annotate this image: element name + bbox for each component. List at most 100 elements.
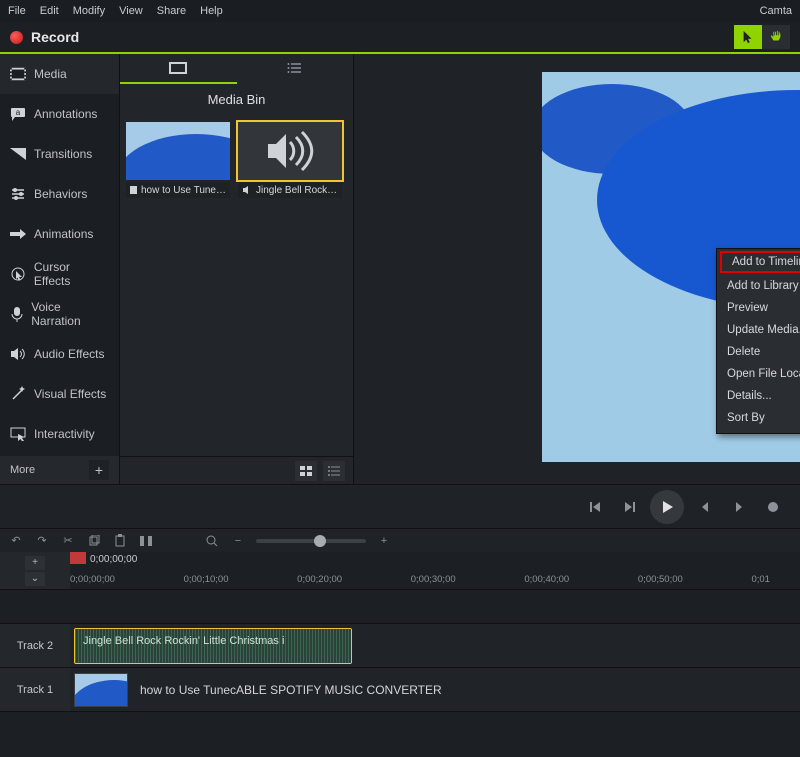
zoom-out-button[interactable]: − <box>230 533 246 549</box>
sidebar-item-behaviors[interactable]: Behaviors <box>0 174 119 214</box>
redo-button[interactable]: ↷ <box>34 533 50 549</box>
menu-file[interactable]: File <box>8 5 26 17</box>
sidebar-item-visual-effects[interactable]: Visual Effects <box>0 374 119 414</box>
split-icon <box>140 534 152 548</box>
sidebar-item-cursor-effects[interactable]: Cursor Effects <box>0 254 119 294</box>
cursor-tool-button[interactable] <box>734 25 762 49</box>
speaker-large-icon <box>264 130 316 172</box>
sidebar-more[interactable]: More + <box>0 456 119 484</box>
track-header-2[interactable]: Track 2 <box>0 624 70 667</box>
cursor-arrow-icon <box>741 30 755 44</box>
ctx-preview[interactable]: Preview <box>717 297 800 319</box>
track-header-1[interactable]: Track 1 <box>0 668 70 711</box>
media-bin-title: Media Bin <box>120 84 353 114</box>
sidebar-item-annotations[interactable]: a Annotations <box>0 94 119 134</box>
sidebar-item-label: Cursor Effects <box>34 260 109 288</box>
sidebar-item-label: Transitions <box>34 147 92 161</box>
sidebar-item-animations[interactable]: Animations <box>0 214 119 254</box>
sidebar-item-voice-narration[interactable]: Voice Narration <box>0 294 119 334</box>
ctx-details[interactable]: Details... <box>717 385 800 407</box>
media-bin-panel: Media Bin how to Use Tune… <box>120 54 354 484</box>
sidebar-item-transitions[interactable]: Transitions <box>0 134 119 174</box>
audio-icon <box>242 186 252 194</box>
step-back-button[interactable] <box>616 494 642 520</box>
menu-modify[interactable]: Modify <box>73 5 105 17</box>
step-forward-button[interactable] <box>692 494 718 520</box>
playback-bar <box>0 484 800 528</box>
ruler-tick: 0;00;10;00 <box>184 574 229 585</box>
undo-button[interactable]: ↶ <box>8 533 24 549</box>
record-dot-icon <box>10 31 23 44</box>
menu-bar: File Edit Modify View Share Help Camta <box>0 0 800 22</box>
timeline: + ⌄ 0;00;00;00 0;00;00;00 0;00;10;00 0;0… <box>0 552 800 757</box>
split-button[interactable] <box>138 533 154 549</box>
ruler-tick: 0;01 <box>751 574 770 585</box>
hand-icon <box>769 30 783 44</box>
ruler-tick: 0;00;50;00 <box>638 574 683 585</box>
cut-button[interactable]: ✂ <box>60 533 76 549</box>
sidebar-item-audio-effects[interactable]: Audio Effects <box>0 334 119 374</box>
sidebar-item-label: Voice Narration <box>31 300 109 328</box>
media-caption: Jingle Bell Rock… <box>256 185 337 196</box>
add-track-button[interactable]: + <box>25 556 45 570</box>
list-view-button[interactable] <box>323 461 345 481</box>
audio-clip[interactable]: Jingle Bell Rock Rockin' Little Christma… <box>74 628 352 664</box>
timeline-ruler[interactable]: 0;00;00;00 0;00;00;00 0;00;10;00 0;00;20… <box>70 552 800 589</box>
ctx-update-media[interactable]: Update Media... <box>717 319 800 341</box>
timeline-toolbar: ↶ ↷ ✂ − + <box>0 528 800 552</box>
filmstrip-icon <box>169 62 187 74</box>
play-icon <box>659 499 675 515</box>
callout-icon: a <box>10 107 26 121</box>
ctx-sort-by[interactable]: Sort By▶ <box>717 407 800 429</box>
circle-icon <box>767 501 779 513</box>
zoom-button[interactable] <box>204 533 220 549</box>
menu-view[interactable]: View <box>119 5 143 17</box>
grid-view-button[interactable] <box>295 461 317 481</box>
ctx-add-to-library[interactable]: Add to Library <box>717 275 800 297</box>
bin-tab-library[interactable] <box>237 54 354 84</box>
copy-icon <box>88 535 100 547</box>
arrow-right-icon <box>10 229 26 239</box>
record-button[interactable]: Record <box>10 29 79 45</box>
collapse-tracks-button[interactable]: ⌄ <box>25 572 45 586</box>
video-clip[interactable]: how to Use TunecABLE SPOTIFY MUSIC CONVE… <box>74 673 674 707</box>
step-back-icon <box>622 500 636 514</box>
play-button[interactable] <box>650 490 684 524</box>
zoom-in-button[interactable]: + <box>376 533 392 549</box>
sidebar-item-label: Annotations <box>34 107 97 121</box>
chevron-right-icon <box>734 500 744 514</box>
menu-edit[interactable]: Edit <box>40 5 59 17</box>
clip-label: how to Use TunecABLE SPOTIFY MUSIC CONVE… <box>140 683 442 697</box>
prev-frame-button[interactable] <box>582 494 608 520</box>
sidebar-item-label: Media <box>34 67 67 81</box>
playhead[interactable] <box>70 552 86 564</box>
sidebar-item-media[interactable]: Media <box>0 54 119 94</box>
ctx-add-to-timeline[interactable]: Add to Timeline at Playhead <box>720 251 800 273</box>
record-marker-button[interactable] <box>760 494 786 520</box>
sidebar-more-label: More <box>10 464 35 476</box>
bin-tab-media[interactable] <box>120 54 237 84</box>
zoom-slider[interactable] <box>256 539 366 543</box>
ctx-open-file-location[interactable]: Open File Location... <box>717 363 800 385</box>
media-item-video[interactable]: how to Use Tune… <box>126 122 230 198</box>
filmstrip-icon <box>10 67 26 81</box>
record-bar: Record <box>0 22 800 54</box>
sidebar-item-label: Visual Effects <box>34 387 106 401</box>
hand-tool-button[interactable] <box>762 25 790 49</box>
list-icon <box>287 62 303 74</box>
sidebar-item-interactivity[interactable]: Interactivity <box>0 414 119 454</box>
ruler-tick: 0;00;20;00 <box>297 574 342 585</box>
chevron-left-icon <box>700 500 710 514</box>
sidebar-item-label: Animations <box>34 227 93 241</box>
copy-button[interactable] <box>86 533 102 549</box>
list-icon <box>328 466 340 476</box>
menu-share[interactable]: Share <box>157 5 186 17</box>
media-item-audio[interactable]: Jingle Bell Rock… <box>238 122 342 198</box>
next-frame-button[interactable] <box>726 494 752 520</box>
paste-button[interactable] <box>112 533 128 549</box>
record-label: Record <box>31 29 79 45</box>
ctx-delete[interactable]: Delete <box>717 341 800 363</box>
menu-help[interactable]: Help <box>200 5 223 17</box>
sidebar-item-label: Audio Effects <box>34 347 105 361</box>
zoom-handle[interactable] <box>314 535 326 547</box>
